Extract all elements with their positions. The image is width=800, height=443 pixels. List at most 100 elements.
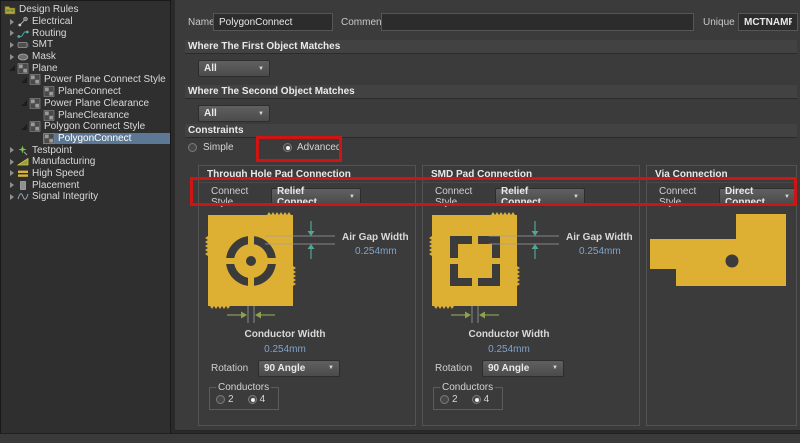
via-connection-group: Via Connection Connect Style Direct Conn… — [646, 165, 797, 426]
through-hole-pad-diagram: Air Gap Width 0.254mm Conductor Width 0.… — [205, 211, 411, 357]
sidebar-item-planeclearance[interactable]: PlaneClearance — [1, 109, 170, 121]
electrical-icon — [17, 16, 30, 27]
conductors-group: Conductors 2 4 — [433, 382, 503, 410]
unique-id-input[interactable] — [738, 13, 798, 31]
name-input[interactable] — [213, 13, 333, 31]
connect-style-dropdown[interactable]: Relief Connect ▼ — [495, 188, 585, 205]
sidebar-item-high-speed[interactable]: High Speed — [1, 168, 170, 180]
first-object-scope-dropdown[interactable]: All ▼ — [198, 60, 270, 77]
testpoint-icon — [17, 145, 30, 156]
name-label: Name — [188, 17, 215, 28]
chevron-down-icon: ▼ — [258, 66, 264, 72]
sidebar-item-placement[interactable]: Placement — [1, 179, 170, 191]
rotation-dropdown[interactable]: 90 Angle ▼ — [482, 360, 564, 377]
sidebar-item-plane[interactable]: Plane — [1, 62, 170, 74]
expand-arrow-icon[interactable] — [7, 42, 17, 48]
group-title: Via Connection — [647, 166, 796, 183]
expand-arrow-icon[interactable] — [7, 147, 17, 153]
expand-arrow-icon[interactable] — [7, 65, 17, 71]
constraints-header: Constraints — [185, 124, 797, 138]
sidebar-item-testpoint[interactable]: Testpoint — [1, 144, 170, 156]
sidebar-item-manufacturing[interactable]: Manufacturing — [1, 156, 170, 168]
air-gap-width-label: Air Gap Width — [566, 232, 633, 243]
sidebar-item-electrical[interactable]: Electrical — [1, 16, 170, 28]
conductors-4-radio[interactable] — [248, 395, 257, 404]
connect-style-dropdown[interactable]: Direct Connect ▼ — [719, 188, 796, 205]
simple-radio[interactable] — [188, 143, 197, 152]
conductors-2-radio[interactable] — [216, 395, 225, 404]
conductor-width-label: Conductor Width — [468, 329, 549, 340]
chevron-down-icon: ▼ — [258, 111, 264, 117]
rule-editor-panel: Name Comment Unique ID Where The First O… — [175, 0, 800, 431]
connect-style-label: Connect Style — [211, 186, 271, 208]
second-object-matches-header: Where The Second Object Matches — [185, 85, 797, 99]
conductors-label: Conductors — [216, 382, 271, 393]
dialog-bottom-strip — [0, 433, 800, 443]
plane-icon — [43, 133, 56, 144]
mask-icon — [17, 51, 30, 62]
smd-pad-connection-group: SMD Pad Connection Connect Style Relief … — [422, 165, 640, 426]
comment-label: Comment — [341, 17, 384, 28]
sidebar-item-routing[interactable]: Routing — [1, 27, 170, 39]
folder-icon — [4, 4, 17, 15]
connect-style-label: Connect Style — [435, 186, 495, 208]
advanced-radio-label: Advanced — [297, 142, 341, 153]
group-title: SMD Pad Connection — [423, 166, 639, 183]
rotation-label: Rotation — [211, 363, 258, 374]
conductors-4-radio[interactable] — [472, 395, 481, 404]
sidebar-item-planeconnect[interactable]: PlaneConnect — [1, 86, 170, 98]
second-object-scope-dropdown[interactable]: All ▼ — [198, 105, 270, 122]
expand-arrow-icon[interactable] — [7, 159, 17, 165]
expand-arrow-icon[interactable] — [7, 19, 17, 25]
chevron-down-icon: ▼ — [349, 194, 355, 200]
plane-icon — [29, 98, 42, 109]
simple-radio-label: Simple — [203, 142, 234, 153]
sidebar-item-polygonconnect[interactable]: PolygonConnect — [1, 133, 170, 145]
conductor-width-value: 0.254mm — [488, 344, 530, 355]
sidebar-item-polygon-connect-style[interactable]: Polygon Connect Style — [1, 121, 170, 133]
air-gap-width-value: 0.254mm — [579, 246, 621, 257]
sidebar-item-signal-integrity[interactable]: Signal Integrity — [1, 191, 170, 203]
air-gap-width-label: Air Gap Width — [342, 232, 409, 243]
sidebar-item-power-plane-connect-style[interactable]: Power Plane Connect Style — [1, 74, 170, 86]
comment-input[interactable] — [381, 13, 694, 31]
advanced-radio[interactable] — [283, 143, 292, 152]
plane-icon — [43, 110, 56, 121]
connect-style-dropdown[interactable]: Relief Connect ▼ — [271, 188, 361, 205]
expand-arrow-icon[interactable] — [19, 77, 29, 83]
chevron-down-icon: ▼ — [552, 365, 558, 371]
plane-icon — [29, 74, 42, 85]
chevron-down-icon: ▼ — [784, 194, 790, 200]
expand-arrow-icon[interactable] — [7, 54, 17, 60]
design-rules-dialog: Design Rules Electrical Routing SMT Mask… — [0, 0, 800, 443]
placement-icon — [17, 180, 30, 191]
sidebar-item-mask[interactable]: Mask — [1, 51, 170, 63]
expand-arrow-icon[interactable] — [7, 30, 17, 36]
sidebar-item-smt[interactable]: SMT — [1, 39, 170, 51]
via-connection-diagram — [649, 211, 789, 357]
expand-arrow-icon[interactable] — [19, 100, 29, 106]
expand-arrow-icon[interactable] — [7, 194, 17, 200]
rules-tree-panel: Design Rules Electrical Routing SMT Mask… — [0, 0, 171, 434]
routing-icon — [17, 28, 30, 39]
chevron-down-icon: ▼ — [573, 194, 579, 200]
rotation-dropdown[interactable]: 90 Angle ▼ — [258, 360, 340, 377]
through-hole-pad-connection-group: Through Hole Pad Connection Connect Styl… — [198, 165, 416, 426]
connect-style-label: Connect Style — [659, 186, 719, 208]
expand-arrow-icon[interactable] — [7, 170, 17, 176]
conductor-width-label: Conductor Width — [244, 329, 325, 340]
conductors-2-radio[interactable] — [440, 395, 449, 404]
manufacturing-icon — [17, 156, 30, 167]
plane-icon — [43, 86, 56, 97]
plane-icon — [29, 121, 42, 132]
highspeed-icon — [17, 168, 30, 179]
plane-icon — [17, 63, 30, 74]
sidebar-item-power-plane-clearance[interactable]: Power Plane Clearance — [1, 98, 170, 110]
sidebar-item-design-rules[interactable]: Design Rules — [1, 4, 170, 16]
first-object-matches-header: Where The First Object Matches — [185, 40, 797, 54]
smt-icon — [17, 39, 30, 50]
expand-arrow-icon[interactable] — [7, 182, 17, 188]
conductors-group: Conductors 2 4 — [209, 382, 279, 410]
expand-arrow-icon[interactable] — [19, 124, 29, 130]
conductor-width-value: 0.254mm — [264, 344, 306, 355]
